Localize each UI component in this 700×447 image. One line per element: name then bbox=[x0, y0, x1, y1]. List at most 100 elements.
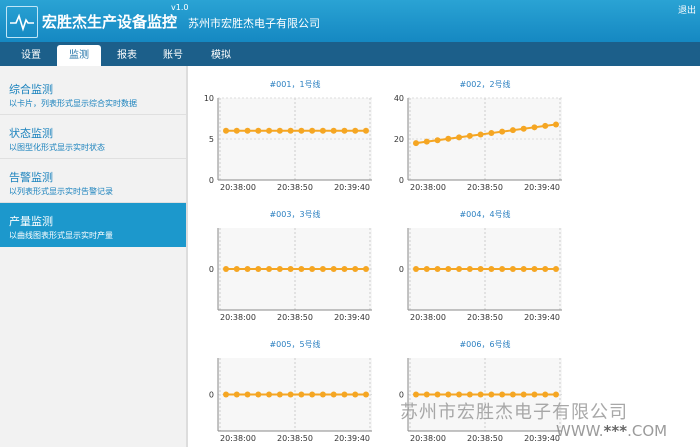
data-point bbox=[287, 391, 294, 398]
data-point bbox=[223, 127, 229, 134]
chart-line-1: #001，1号线 20:38:00 20:38:50 20:39:40 0 5 10 bbox=[204, 79, 372, 192]
chart-title: #004，4号线 bbox=[459, 209, 510, 219]
watermark-company: 苏州市宏胜杰电子有限公司 bbox=[400, 402, 628, 423]
watermark-site: WWW.***.COM bbox=[556, 422, 667, 440]
data-point bbox=[434, 391, 441, 398]
watermark-stars: *** bbox=[603, 422, 628, 440]
sidebar-item-status[interactable]: 状态监测 以图型化形式显示实时状态 bbox=[0, 115, 186, 159]
data-point bbox=[266, 266, 273, 272]
x-tick-label: 20:39:40 bbox=[334, 183, 370, 192]
sidebar-item-desc: 以列表形式显示实时告警记录 bbox=[9, 187, 113, 196]
data-point bbox=[509, 127, 516, 134]
data-point bbox=[352, 127, 359, 134]
data-point bbox=[553, 266, 559, 272]
sidebar-item-title: 状态监测 bbox=[9, 127, 53, 140]
data-point bbox=[330, 266, 337, 272]
data-point bbox=[413, 140, 419, 147]
data-point bbox=[456, 266, 463, 272]
data-point bbox=[266, 391, 273, 398]
data-point bbox=[244, 391, 251, 398]
data-point bbox=[520, 125, 527, 132]
data-point bbox=[434, 137, 441, 144]
data-point bbox=[330, 127, 337, 134]
data-point bbox=[477, 131, 484, 138]
data-point bbox=[531, 391, 538, 398]
x-tick-label: 20:38:50 bbox=[467, 183, 503, 192]
watermark-prefix: WWW. bbox=[556, 422, 604, 440]
x-tick-label: 20:39:40 bbox=[524, 313, 560, 322]
data-point bbox=[309, 127, 316, 134]
data-point bbox=[287, 266, 294, 272]
x-tick-label: 20:38:00 bbox=[410, 434, 446, 443]
data-point bbox=[233, 266, 240, 272]
data-point bbox=[233, 127, 240, 134]
data-point bbox=[223, 266, 229, 272]
chart-title: #003，3号线 bbox=[269, 209, 320, 219]
main-nav: 设置 监测 报表 账号 模拟 bbox=[0, 42, 700, 66]
data-point bbox=[233, 391, 240, 398]
logout-link[interactable]: 退出 bbox=[678, 3, 696, 16]
app-header: 宏胜杰生产设备监控 v1.0 苏州市宏胜杰电子有限公司 退出 bbox=[0, 0, 700, 42]
x-tick-label: 20:39:40 bbox=[334, 434, 370, 443]
sidebar-item-title: 产量监测 bbox=[9, 215, 53, 228]
x-tick-label: 20:39:40 bbox=[334, 313, 370, 322]
x-tick-label: 20:38:50 bbox=[467, 434, 503, 443]
x-tick-label: 20:38:00 bbox=[220, 313, 256, 322]
sidebar-item-title: 告警监测 bbox=[9, 171, 53, 184]
data-point bbox=[520, 391, 527, 398]
pulse-logo-icon bbox=[6, 6, 38, 38]
sidebar: 综合监测 以卡片，列表形式显示综合实时数据 状态监测 以图型化形式显示实时状态 … bbox=[0, 66, 188, 447]
tab-accounts[interactable]: 账号 bbox=[152, 45, 194, 66]
x-tick-label: 20:38:50 bbox=[277, 434, 313, 443]
data-point bbox=[542, 266, 549, 272]
data-point bbox=[499, 266, 506, 272]
y-tick-label: 5 bbox=[209, 135, 214, 144]
data-point bbox=[466, 132, 473, 139]
tab-simulate[interactable]: 模拟 bbox=[200, 45, 242, 66]
data-point bbox=[255, 266, 262, 272]
data-point bbox=[363, 391, 369, 398]
data-point bbox=[423, 391, 430, 398]
x-tick-label: 20:38:50 bbox=[467, 313, 503, 322]
sidebar-item-alarms[interactable]: 告警监测 以列表形式显示实时告警记录 bbox=[0, 159, 186, 203]
data-point bbox=[531, 266, 538, 272]
tab-settings[interactable]: 设置 bbox=[10, 45, 52, 66]
x-tick-label: 20:39:40 bbox=[524, 434, 560, 443]
sidebar-item-desc: 以卡片，列表形式显示综合实时数据 bbox=[9, 99, 137, 108]
y-tick-label: 20 bbox=[394, 135, 404, 144]
x-tick-label: 20:38:00 bbox=[410, 313, 446, 322]
data-point bbox=[488, 130, 495, 137]
tab-monitor[interactable]: 监测 bbox=[57, 45, 101, 66]
x-tick-label: 20:38:00 bbox=[220, 434, 256, 443]
sidebar-item-output[interactable]: 产量监测 以曲线图表形式显示实时产量 bbox=[0, 203, 186, 247]
data-point bbox=[319, 391, 326, 398]
sidebar-item-overview[interactable]: 综合监测 以卡片，列表形式显示综合实时数据 bbox=[0, 71, 186, 115]
tab-reports[interactable]: 报表 bbox=[106, 45, 148, 66]
y-tick-label: 0 bbox=[399, 176, 404, 185]
data-point bbox=[509, 391, 516, 398]
data-point bbox=[477, 391, 484, 398]
y-tick-label: 0 bbox=[209, 176, 214, 185]
data-point bbox=[477, 266, 484, 272]
app-title: 宏胜杰生产设备监控 bbox=[42, 13, 178, 31]
data-point bbox=[445, 135, 452, 142]
sidebar-item-title: 综合监测 bbox=[9, 83, 53, 96]
data-point bbox=[363, 127, 369, 134]
data-point bbox=[499, 128, 506, 135]
data-point bbox=[456, 391, 463, 398]
data-point bbox=[244, 127, 251, 134]
data-point bbox=[352, 391, 359, 398]
data-point bbox=[319, 266, 326, 272]
data-point bbox=[423, 266, 430, 272]
chart-line-5: #005，5号线 20:38:00 20:38:50 20:39:40 0 bbox=[209, 339, 372, 443]
chart-title: #006，6号线 bbox=[459, 339, 510, 349]
data-point bbox=[553, 391, 559, 398]
watermark-suffix: .COM bbox=[627, 422, 668, 440]
data-point bbox=[499, 391, 506, 398]
data-point bbox=[509, 266, 516, 272]
charts-area: #001，1号线 20:38:00 20:38:50 20:39:40 0 5 10 #00… bbox=[188, 66, 700, 447]
x-tick-label: 20:38:50 bbox=[277, 183, 313, 192]
data-point bbox=[352, 266, 359, 272]
data-point bbox=[445, 391, 452, 398]
data-point bbox=[434, 266, 441, 272]
